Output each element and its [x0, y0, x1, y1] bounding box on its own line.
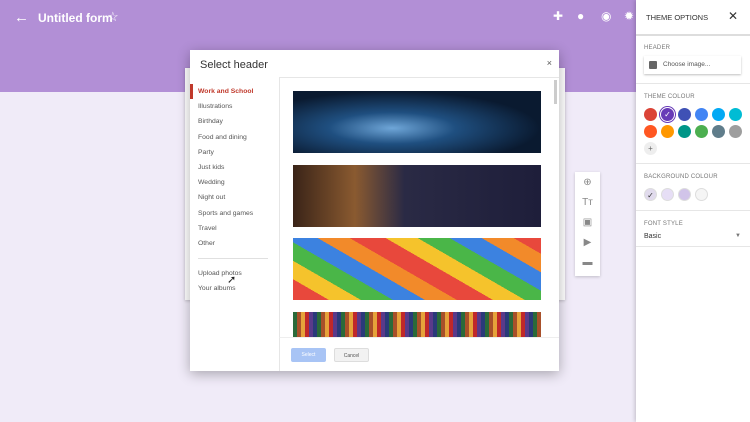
- theme-colour-swatch[interactable]: [644, 108, 657, 121]
- gallery-scrollbar[interactable]: [554, 80, 557, 104]
- select-button[interactable]: Select: [291, 348, 326, 362]
- star-icon[interactable]: ☆: [107, 9, 119, 25]
- header-image-light-trails[interactable]: [293, 91, 541, 153]
- category-list: Work and School Illustrations Birthday Food…: [190, 84, 279, 251]
- add-question-icon[interactable]: ⊕: [575, 172, 600, 192]
- add-custom-colour-button[interactable]: +: [644, 142, 657, 155]
- theme-colour-label: THEME COLOUR: [644, 94, 695, 100]
- font-style-dropdown[interactable]: Basic: [644, 233, 661, 240]
- divider: [636, 210, 750, 211]
- category-item[interactable]: Night out: [190, 190, 279, 205]
- addon-puzzle-icon[interactable]: ✚: [553, 9, 563, 23]
- category-item[interactable]: Sports and games: [190, 206, 279, 221]
- font-style-label: FONT STYLE: [644, 221, 683, 227]
- category-item[interactable]: Food and dining: [190, 130, 279, 145]
- theme-colour-swatch[interactable]: [712, 125, 725, 138]
- header-image-pencils[interactable]: [293, 312, 541, 337]
- back-arrow-icon[interactable]: ←: [14, 9, 29, 26]
- select-header-dialog: Select header × Work and School Illustrat…: [190, 50, 559, 371]
- preview-eye-icon[interactable]: ◉: [601, 9, 611, 23]
- choose-image-button[interactable]: Choose image...: [644, 56, 741, 74]
- background-colour-swatch[interactable]: ✓: [644, 188, 657, 201]
- choose-image-label: Choose image...: [663, 61, 711, 68]
- chevron-down-icon[interactable]: ▼: [735, 233, 741, 239]
- divider: [636, 83, 750, 84]
- theme-colour-swatch[interactable]: ✓: [661, 108, 674, 121]
- theme-colour-swatch[interactable]: [661, 125, 674, 138]
- add-title-icon[interactable]: Tт: [575, 192, 600, 212]
- header-image-guitar[interactable]: [293, 165, 541, 227]
- divider: [636, 34, 750, 36]
- panel-title: THEME OPTIONS: [646, 13, 709, 22]
- category-item[interactable]: Travel: [190, 221, 279, 236]
- panel-close-button[interactable]: ✕: [728, 9, 738, 23]
- category-item[interactable]: Work and School: [190, 84, 279, 100]
- cancel-button[interactable]: Cancel: [334, 348, 369, 362]
- background-colour-label: BACKGROUND COLOUR: [644, 174, 718, 180]
- category-item[interactable]: Other: [190, 236, 279, 251]
- image-icon: [649, 61, 657, 69]
- settings-gear-icon[interactable]: ✹: [624, 9, 634, 23]
- divider: [636, 246, 750, 247]
- dialog-footer: Select Cancel: [279, 337, 559, 371]
- category-item[interactable]: Birthday: [190, 114, 279, 129]
- theme-colour-swatch[interactable]: [644, 125, 657, 138]
- palette-icon[interactable]: ●: [577, 9, 584, 23]
- divider: [198, 258, 268, 259]
- category-item[interactable]: Illustrations: [190, 99, 279, 114]
- dialog-title: Select header: [200, 59, 268, 71]
- theme-colour-swatch[interactable]: [678, 108, 691, 121]
- add-section-icon[interactable]: ▬: [575, 252, 600, 272]
- theme-colour-swatch[interactable]: [712, 108, 725, 121]
- add-image-icon[interactable]: ▣: [575, 212, 600, 232]
- header-image-gallery[interactable]: [279, 77, 559, 337]
- dialog-close-button[interactable]: ×: [547, 58, 552, 68]
- category-item[interactable]: Party: [190, 145, 279, 160]
- theme-colour-swatch[interactable]: [729, 125, 742, 138]
- form-side-toolbar: ⊕ Tт ▣ ▶ ▬: [575, 172, 600, 276]
- background-colour-swatch[interactable]: [695, 188, 708, 201]
- background-colour-swatch[interactable]: [661, 188, 674, 201]
- theme-colour-swatch[interactable]: [678, 125, 691, 138]
- header-image-candy[interactable]: [293, 238, 541, 300]
- mouse-cursor-icon: ➚: [227, 274, 237, 286]
- theme-colour-swatch[interactable]: [729, 108, 742, 121]
- add-video-icon[interactable]: ▶: [575, 232, 600, 252]
- divider: [636, 163, 750, 164]
- category-item[interactable]: Just kids: [190, 160, 279, 175]
- header-label: HEADER: [644, 45, 671, 51]
- theme-colour-swatch[interactable]: [695, 108, 708, 121]
- category-item[interactable]: Wedding: [190, 175, 279, 190]
- background-colour-swatch[interactable]: [678, 188, 691, 201]
- theme-colour-swatch[interactable]: [695, 125, 708, 138]
- form-title[interactable]: Untitled form: [38, 11, 113, 25]
- theme-options-panel: THEME OPTIONS ✕ HEADER Choose image... T…: [636, 0, 750, 422]
